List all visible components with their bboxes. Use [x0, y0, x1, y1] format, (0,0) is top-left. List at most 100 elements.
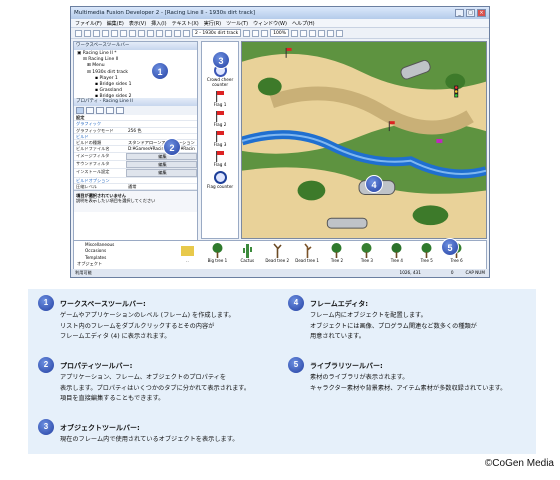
event-editor-icon[interactable] — [183, 29, 190, 37]
prop-key: グラフィックモード — [76, 127, 114, 133]
app-window: Multimedia Fusion Developer 2 - [Racing … — [70, 6, 490, 278]
maximize-button[interactable]: □ — [466, 9, 475, 17]
object-item[interactable]: Flag 1 — [202, 91, 238, 107]
flag-icon — [216, 111, 224, 122]
menu-insert[interactable]: 挿入(I) — [151, 20, 166, 27]
menu-file[interactable]: ファイル(F) — [75, 20, 102, 27]
callout-1: 1 — [151, 62, 169, 80]
prop-value[interactable]: 256 色 — [126, 128, 197, 133]
prev-frame-icon[interactable] — [243, 29, 251, 37]
legend-item-1: 1 ワークスペースツールバー: ゲームやアプリケーションのレベル (フレーム) … — [38, 295, 280, 343]
zoom-select[interactable]: 100% — [270, 29, 290, 37]
minimize-button[interactable]: _ — [455, 9, 464, 17]
open-icon[interactable] — [84, 29, 91, 37]
menu-help[interactable]: ヘルプ(H) — [292, 20, 315, 27]
grid-icon[interactable] — [261, 29, 269, 37]
library-item[interactable]: Tree 5 — [413, 243, 440, 267]
text-color-icon[interactable] — [327, 29, 335, 37]
legend-line: フレームエディタ (4) に表示されます。 — [60, 333, 171, 340]
object-item[interactable]: Flag counter — [202, 171, 238, 189]
underline-icon[interactable] — [318, 29, 326, 37]
new-icon[interactable] — [75, 29, 82, 37]
edit-button[interactable]: 編集 — [126, 152, 197, 161]
prop-key: ビルドオプション — [76, 177, 110, 183]
edit-button[interactable]: 編集 — [126, 161, 197, 169]
library-item[interactable]: Tree 2 — [324, 243, 351, 267]
flag-icon — [216, 131, 224, 142]
frame-select[interactable]: 2 - 1930s dirt track — [192, 29, 242, 37]
menu-window[interactable]: ウィンドウ(W) — [253, 20, 287, 27]
legend-item-2: 2 プロパティツールバー: アプリケーション、フレーム、オブジェクトのプロパティ… — [38, 357, 280, 405]
edit-button[interactable]: 編集 — [126, 169, 197, 177]
library-item[interactable]: Tree 4 — [383, 243, 410, 267]
window-title: Multimedia Fusion Developer 2 - [Racing … — [74, 10, 256, 16]
align-icon[interactable] — [291, 29, 299, 37]
tree-icon — [331, 243, 342, 258]
cut-icon[interactable] — [102, 29, 109, 37]
library-item[interactable]: Dead tree 2 — [264, 243, 291, 267]
font-icon[interactable] — [336, 29, 344, 37]
tab-values[interactable] — [106, 107, 114, 114]
next-frame-icon[interactable] — [252, 29, 260, 37]
flag-icon — [216, 151, 224, 162]
prop-value[interactable]: D:¥Games¥Racing Line II¥Racin — [126, 146, 197, 151]
legend-line: オブジェクトには画像、プログラム関連など数多くの種類が — [310, 322, 477, 330]
status-zero: 0 — [450, 270, 454, 275]
copy-icon[interactable] — [111, 29, 118, 37]
prop-value[interactable]: 通常 — [126, 184, 197, 189]
undo-icon[interactable] — [129, 29, 136, 37]
menu-edit[interactable]: 編集(E) — [107, 20, 124, 27]
workspace-header: ワークスペースツールバー — [74, 42, 197, 50]
legend-panel: 1 ワークスペースツールバー: ゲームやアプリケーションのレベル (フレーム) … — [28, 289, 536, 454]
cursor-coords: 1026, 431 — [399, 270, 421, 275]
menu-run[interactable]: 実行(R) — [204, 20, 221, 27]
callout-2: 2 — [163, 138, 181, 156]
tab-events[interactable] — [116, 107, 124, 114]
library-folder[interactable]: オブジェクト — [77, 261, 167, 267]
frame-editor-icon[interactable] — [174, 29, 181, 37]
tree-icon — [421, 243, 432, 258]
legend-number: 2 — [38, 357, 54, 373]
prop-value[interactable]: スタンドアローンアプリケーション — [126, 140, 197, 145]
paste-icon[interactable] — [120, 29, 127, 37]
object-item[interactable]: Flag 2 — [202, 111, 238, 127]
dead-tree-icon — [273, 243, 282, 258]
library-item[interactable]: Tree 3 — [353, 243, 380, 267]
status-text: 利用可能 — [75, 270, 92, 275]
properties-tabs — [74, 106, 197, 115]
property-description: 項目が選択されていません 説明を表示したい項目を選択してください — [74, 190, 197, 213]
storyboard-icon[interactable] — [165, 29, 172, 37]
frame-editor[interactable] — [241, 41, 487, 239]
library-item[interactable]: .. — [174, 243, 201, 267]
library-item[interactable]: Dead tree 1 — [294, 243, 321, 267]
main-toolbar: 2 - 1930s dirt track 100% — [71, 28, 489, 39]
italic-icon[interactable] — [309, 29, 317, 37]
build-icon[interactable] — [156, 29, 163, 37]
tree-icon — [361, 243, 372, 258]
prop-key: サウンドフィルタ — [76, 161, 110, 167]
callout-5: 5 — [441, 238, 459, 256]
bold-icon[interactable] — [300, 29, 308, 37]
legend-line: キャラクター素材や背景素材、アイテム素材が多数収録されています。 — [310, 384, 507, 392]
library-item[interactable]: Big tree 1 — [204, 243, 231, 267]
close-button[interactable]: × — [477, 9, 486, 17]
tab-about[interactable] — [96, 107, 104, 114]
track-canvas[interactable] — [242, 42, 486, 238]
callout-3: 3 — [212, 51, 230, 69]
library-item[interactable]: Cactus — [234, 243, 261, 267]
tab-display[interactable] — [86, 107, 94, 114]
tab-settings[interactable] — [76, 107, 84, 114]
save-icon[interactable] — [93, 29, 100, 37]
prop-key: ビルドファイル名 — [76, 146, 110, 152]
legend-item-5: 5 ライブラリツールバー: 素材のライブラリが表示されます。 キャラクター素材や… — [288, 357, 536, 394]
menu-tools[interactable]: ツール(T) — [226, 20, 248, 27]
redo-icon[interactable] — [138, 29, 145, 37]
menu-text[interactable]: テキスト(X) — [172, 20, 199, 27]
legend-item-4: 4 フレームエディタ: フレーム内にオブジェクトを配置します。 オブジェクトには… — [288, 295, 530, 343]
object-item[interactable]: Flag 3 — [202, 131, 238, 147]
library-tree: Miscellaneous Occasions Templates オブジェクト — [74, 241, 170, 269]
object-item[interactable]: Flag 4 — [202, 151, 238, 167]
menu-view[interactable]: 表示(V) — [129, 20, 146, 27]
run-icon[interactable] — [147, 29, 154, 37]
legend-line: 項目を直接編集することもできます。 — [60, 395, 165, 402]
